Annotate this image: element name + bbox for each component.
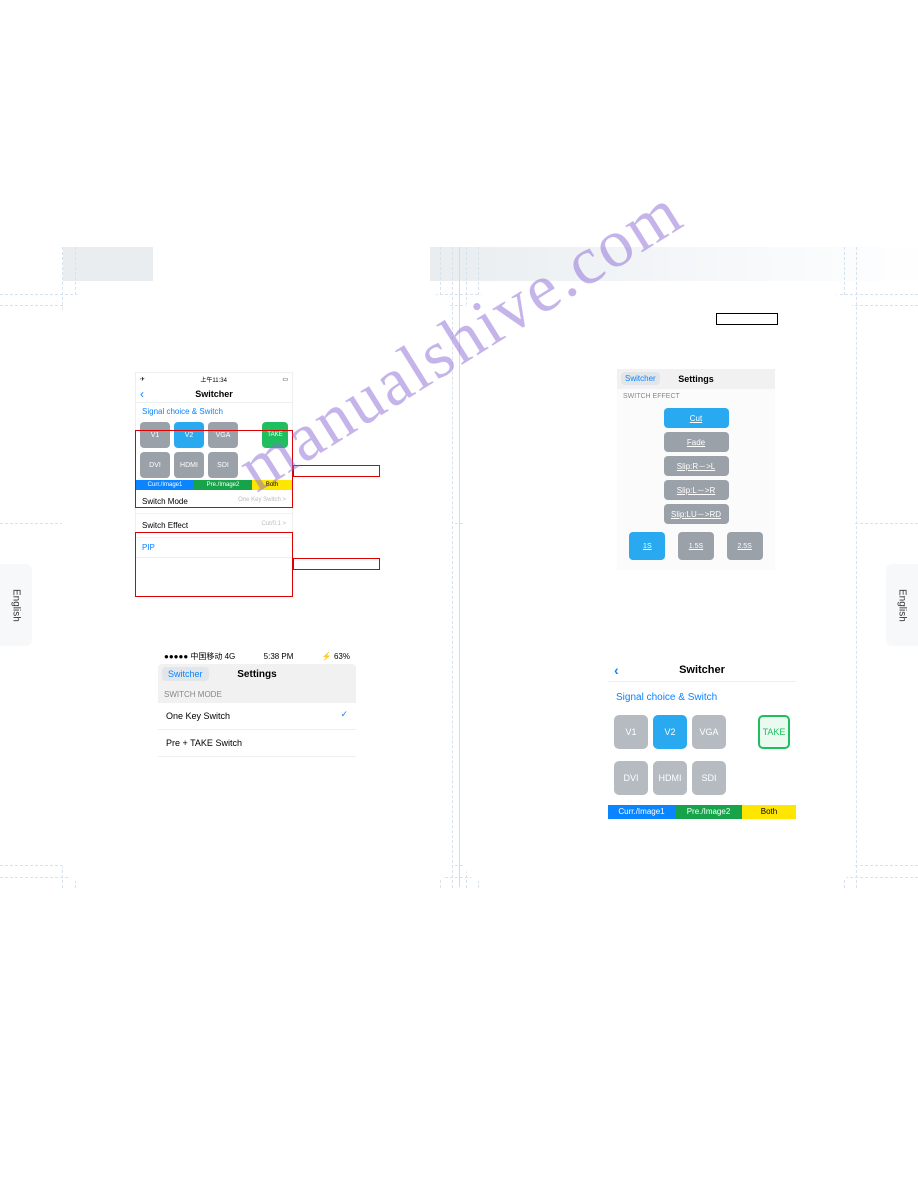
status-time: 上午11:34 <box>200 375 227 384</box>
back-button[interactable]: Switcher <box>162 667 209 681</box>
effect-slip-lurd-button[interactable]: Slip:LU－>RD <box>664 504 729 524</box>
signal-vga-button[interactable]: VGA <box>692 715 726 749</box>
section-switch-mode: SWITCH MODE <box>158 686 356 703</box>
nav-bar: Switcher Settings <box>158 664 356 686</box>
callout-box-signals <box>135 430 293 508</box>
bg-shape-left <box>63 247 153 281</box>
option-one-key-switch[interactable]: One Key Switch ✓ <box>158 703 356 730</box>
signal-v1-button[interactable]: V1 <box>614 715 648 749</box>
screenshot-switcher-large: ‹ Switcher Signal choice & Switch V1 V2 … <box>608 658 796 819</box>
back-icon[interactable]: ‹ <box>140 387 144 401</box>
callout-label-switch-rows <box>293 558 380 570</box>
back-button[interactable]: Switcher <box>621 372 660 385</box>
small-black-box <box>716 313 778 325</box>
section-signal-choice[interactable]: Signal choice & Switch <box>136 403 292 420</box>
screenshot-switch-effect: Switcher Settings SWITCH EFFECT Cut Fade… <box>617 369 775 570</box>
tag-both[interactable]: Both <box>742 805 796 819</box>
tag-bar: Curr./Image1 Pre./Image2 Both <box>608 805 796 819</box>
side-tab-right-label: English <box>897 589 908 622</box>
signal-row-2: DVI HDMI SDI <box>608 759 796 797</box>
callout-box-switch-rows <box>135 532 293 597</box>
signal-icon: ✈ <box>140 376 145 383</box>
speed-15s-button[interactable]: 1.5S <box>678 532 714 560</box>
signal-v2-button[interactable]: V2 <box>653 715 687 749</box>
option-one-key-switch-label: One Key Switch <box>166 711 230 721</box>
row-switch-effect-label: Switch Effect <box>142 521 188 530</box>
status-bar: ●●●●● 中国移动 4G 5:38 PM 63% <box>158 648 356 664</box>
effect-slip-lr-button[interactable]: Slip:L－>R <box>664 480 729 500</box>
back-icon[interactable]: ‹ <box>614 662 619 678</box>
effect-cut-button[interactable]: Cut <box>664 408 729 428</box>
screenshot-switch-mode: ●●●●● 中国移动 4G 5:38 PM 63% Switcher Setti… <box>158 648 356 757</box>
status-time: 5:38 PM <box>264 652 294 661</box>
guide-v <box>452 247 453 888</box>
side-tab-left: English <box>0 564 32 646</box>
tag-current[interactable]: Curr./Image1 <box>608 805 675 819</box>
side-tab-right: English <box>886 564 918 646</box>
option-pre-take-switch[interactable]: Pre + TAKE Switch <box>158 730 356 757</box>
nav-bar: ‹ Switcher <box>608 658 796 682</box>
signal-dvi-button[interactable]: DVI <box>614 761 648 795</box>
status-bar: ✈ 上午11:34 ▭ <box>136 373 292 385</box>
signal-row-1: V1 V2 VGA TAKE <box>608 713 796 751</box>
section-switch-effect: SWITCH EFFECT <box>617 389 775 404</box>
take-button[interactable]: TAKE <box>758 715 790 749</box>
signal-hdmi-button[interactable]: HDMI <box>653 761 687 795</box>
speed-row: 1S 1.5S 2.5S <box>617 528 775 570</box>
speed-1s-button[interactable]: 1S <box>629 532 665 560</box>
nav-bar: Switcher Settings <box>617 369 775 389</box>
checkmark-icon: ✓ <box>340 709 348 720</box>
page-divider <box>459 247 460 887</box>
section-signal-choice[interactable]: Signal choice & Switch <box>608 682 796 713</box>
callout-label-signals <box>293 465 380 477</box>
nav-title: Switcher <box>608 658 796 682</box>
signal-sdi-button[interactable]: SDI <box>692 761 726 795</box>
row-switch-effect-value: Cut/0.1 > <box>261 521 286 530</box>
speed-25s-button[interactable]: 2.5S <box>727 532 763 560</box>
carrier-label: ●●●●● 中国移动 4G <box>164 651 235 662</box>
effect-slip-rl-button[interactable]: Slip:R－>L <box>664 456 729 476</box>
battery-icon: ▭ <box>282 376 288 383</box>
tag-preview[interactable]: Pre./Image2 <box>675 805 742 819</box>
battery-label: 63% <box>322 652 350 661</box>
nav-title: Switcher <box>136 385 292 403</box>
guide-v <box>856 247 857 888</box>
side-tab-left-label: English <box>11 589 22 622</box>
effect-fade-button[interactable]: Fade <box>664 432 729 452</box>
option-pre-take-switch-label: Pre + TAKE Switch <box>166 738 242 748</box>
nav-bar: ‹ Switcher <box>136 385 292 403</box>
